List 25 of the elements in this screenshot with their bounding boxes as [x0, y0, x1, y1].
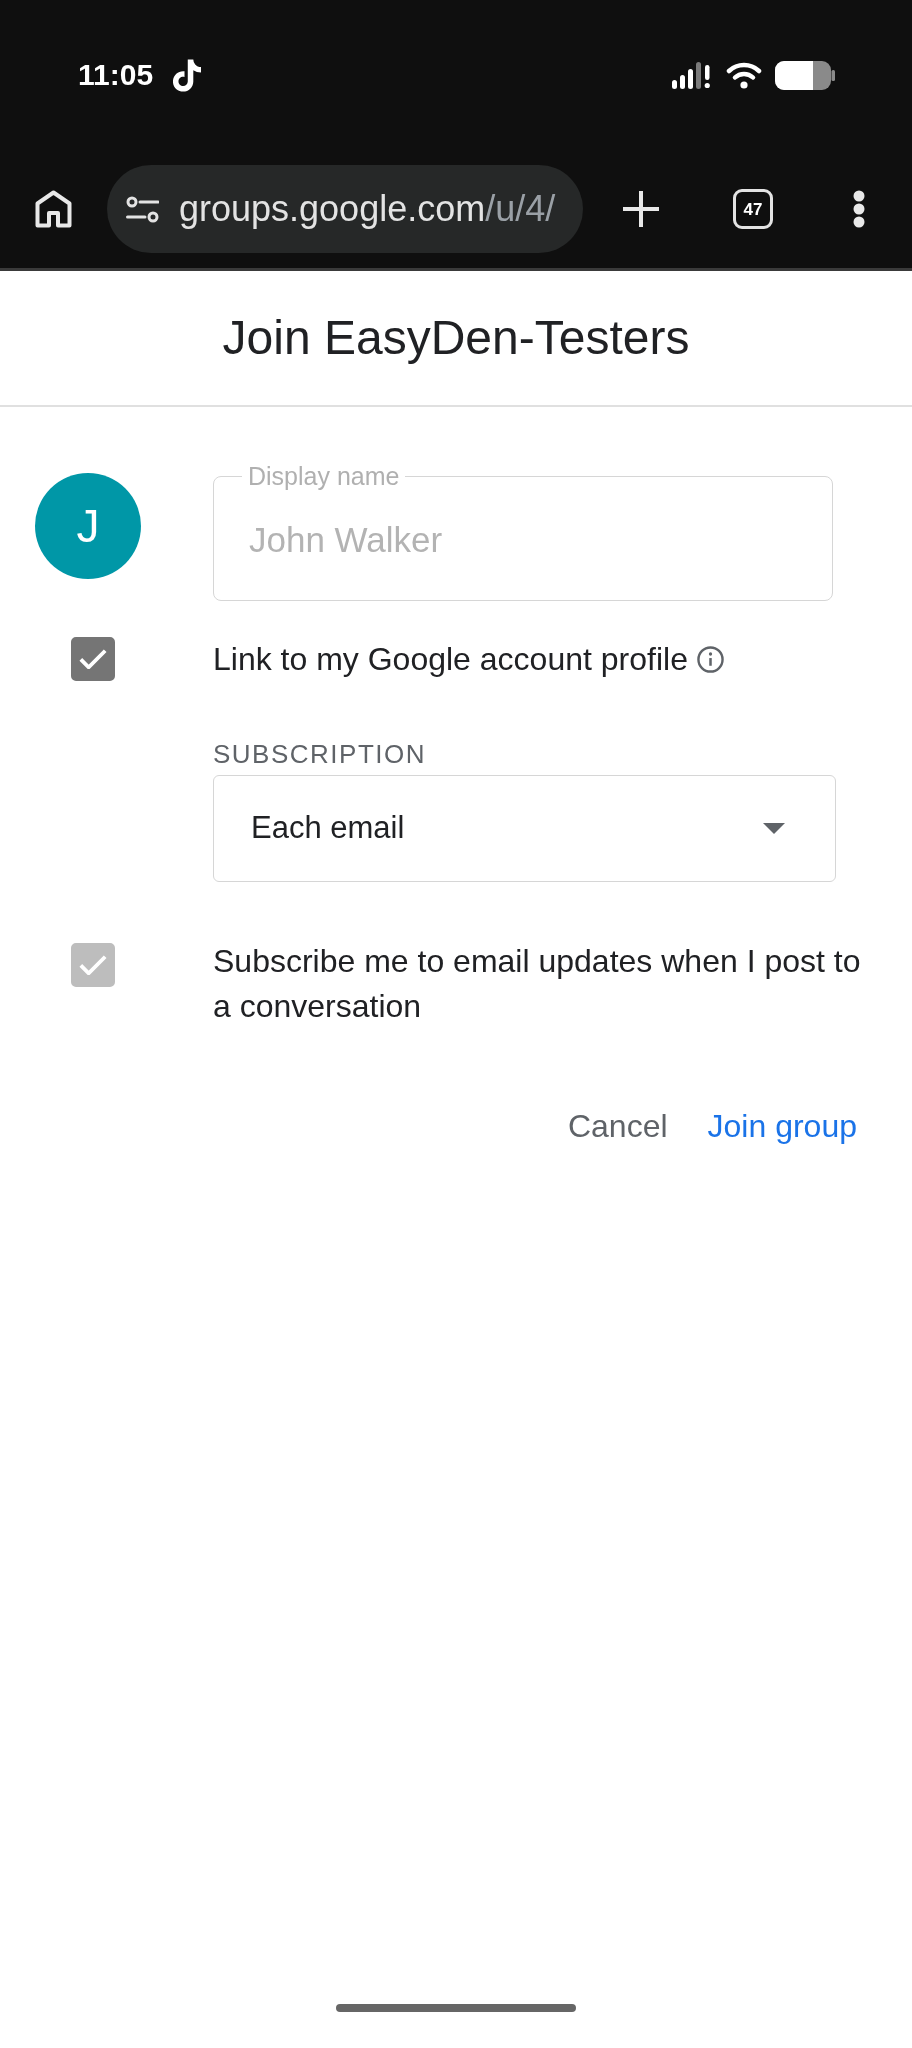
- battery-icon: [775, 60, 835, 90]
- checkbox-label: Subscribe me to email updates when I post to a conversation: [213, 942, 862, 1026]
- checkbox-label: Link to my Google account profile: [213, 640, 688, 679]
- address-bar[interactable]: groups.google.com/u/4/: [107, 165, 583, 253]
- subscription-label: SUBSCRIPTION: [213, 739, 427, 769]
- signal-icon: [672, 61, 711, 89]
- avatar: J: [35, 473, 141, 579]
- checkmark-icon: [79, 955, 107, 975]
- home-icon[interactable]: [35, 190, 72, 228]
- checkbox[interactable]: [71, 637, 115, 681]
- url-text: groups.google.com/u/4/: [179, 191, 556, 227]
- page-title: Join EasyDen-Testers: [222, 314, 690, 362]
- join-button[interactable]: Join group: [695, 1096, 869, 1156]
- more-icon[interactable]: [853, 190, 865, 228]
- subscription-dropdown[interactable]: Each email: [213, 775, 836, 882]
- music-note-icon: [173, 58, 203, 92]
- plus-icon[interactable]: [623, 191, 659, 227]
- checkmark-icon: [79, 649, 107, 669]
- info-icon[interactable]: [696, 645, 724, 673]
- caret-icon: [763, 823, 785, 834]
- sliders-icon[interactable]: [126, 195, 159, 223]
- wifi-icon: [726, 61, 762, 89]
- cancel-button[interactable]: Cancel: [555, 1096, 680, 1156]
- tab-switcher-button[interactable]: 47: [733, 189, 773, 229]
- status-time: 11:05: [78, 60, 154, 90]
